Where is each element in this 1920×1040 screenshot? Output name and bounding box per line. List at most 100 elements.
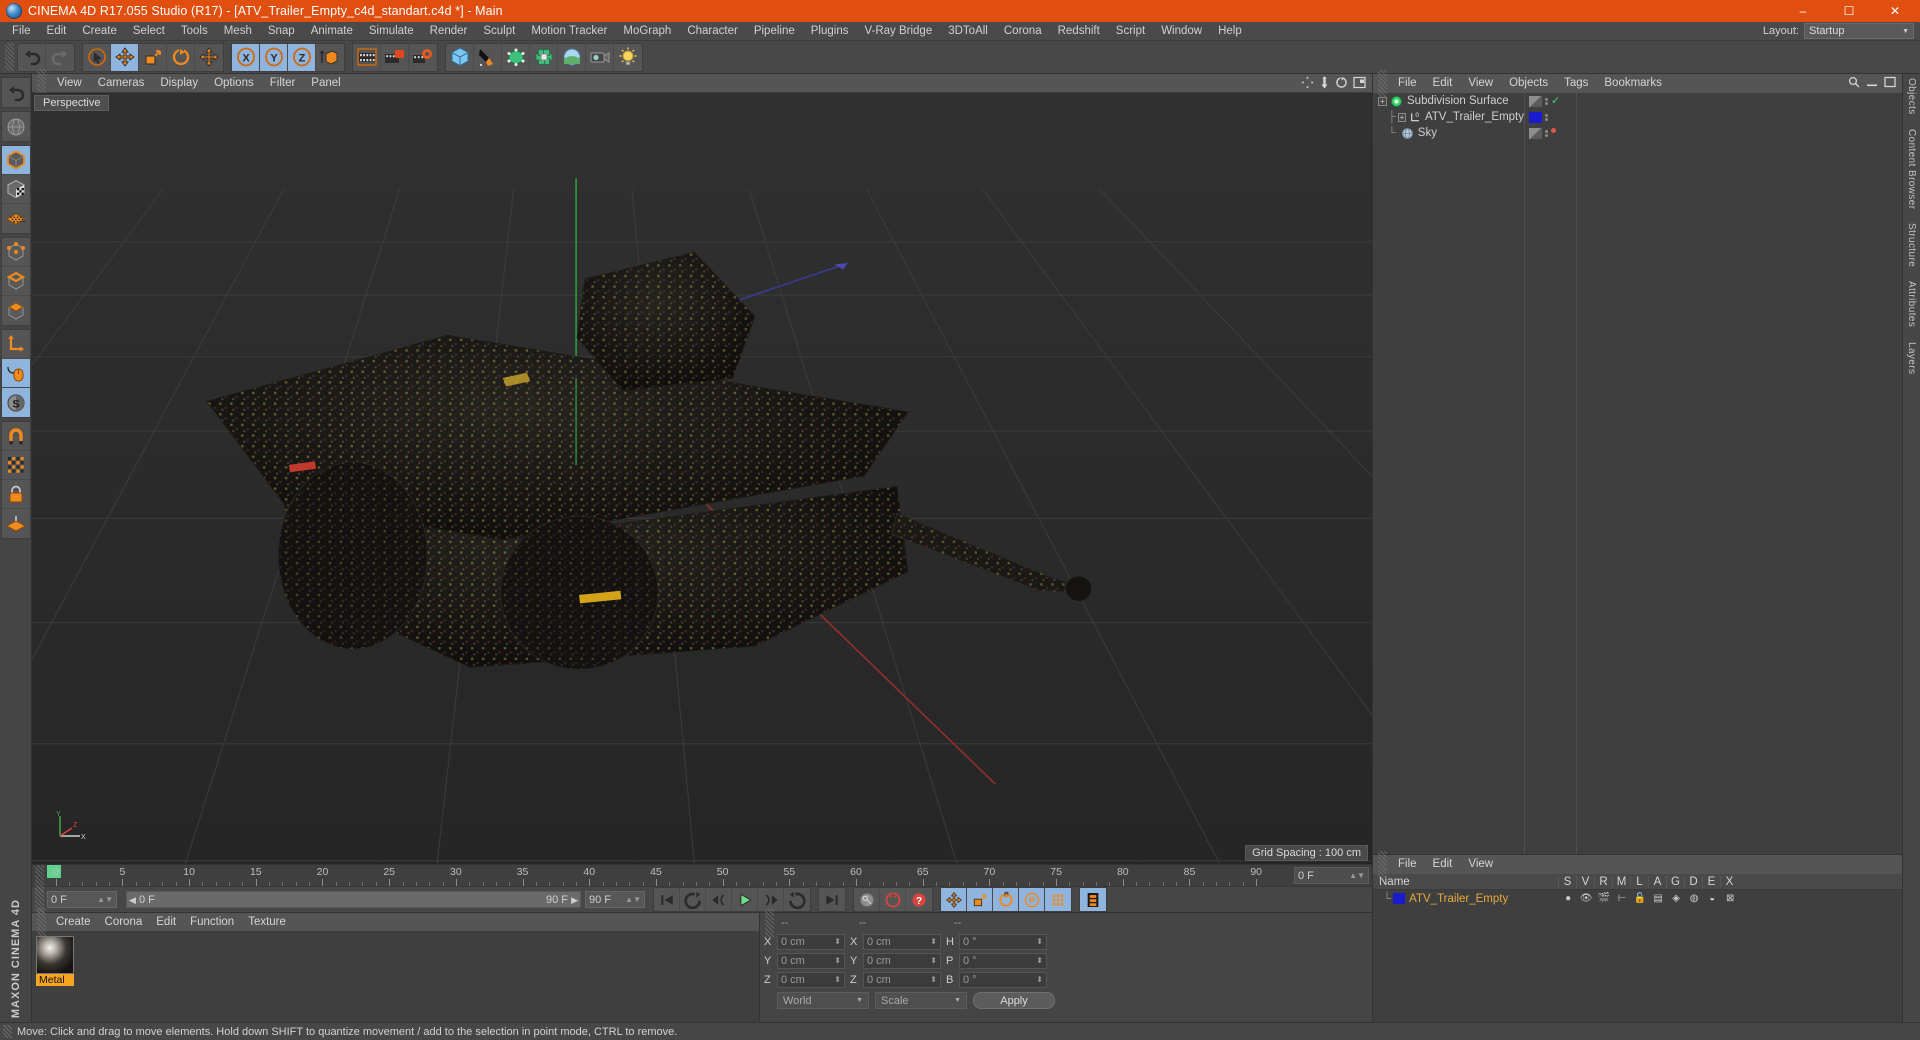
menu-item-render[interactable]: Render: [422, 22, 476, 41]
visibility-dots[interactable]: [1545, 97, 1548, 105]
attribute-column-g[interactable]: G: [1666, 875, 1684, 888]
object-row[interactable]: └ Sky: [1373, 125, 1524, 141]
model-mode-button[interactable]: [1, 146, 30, 175]
object-row[interactable]: + Subdivision Surface: [1373, 93, 1524, 109]
dolly-icon[interactable]: [1319, 76, 1330, 89]
visibility-dots[interactable]: [1545, 113, 1548, 121]
maximize-view-icon[interactable]: [1353, 76, 1366, 89]
visibility-dot[interactable]: [1545, 117, 1548, 121]
menu-item-plugins[interactable]: Plugins: [803, 22, 857, 41]
menu-item-3dtoall[interactable]: 3DToAll: [940, 22, 996, 41]
point-mode-button[interactable]: [1, 238, 30, 267]
timeline-frame-field[interactable]: 0 F ▲▼: [1294, 867, 1369, 884]
render-to-picture-viewer-button[interactable]: [381, 43, 409, 71]
object-tree-body[interactable]: + Subdivision Surface ├ +0 ATV_Trailer_Empty…: [1373, 93, 1902, 854]
material-item[interactable]: Metal: [36, 936, 74, 986]
menu-item-animate[interactable]: Animate: [303, 22, 361, 41]
object-row[interactable]: ├ +0 ATV_Trailer_Empty: [1373, 109, 1524, 125]
minimize-panel-icon[interactable]: [1866, 76, 1878, 88]
attribute-color-swatch[interactable]: [1393, 893, 1406, 904]
menu-item-character[interactable]: Character: [679, 22, 746, 41]
toolbar-grip[interactable]: [5, 43, 14, 71]
attribute-flag-icon[interactable]: ◒: [1703, 893, 1721, 904]
add-cube-button[interactable]: [446, 43, 474, 71]
attribute-column-r[interactable]: R: [1594, 875, 1612, 888]
spinner-icon[interactable]: ⬍: [930, 975, 937, 984]
attribute-menu-edit[interactable]: Edit: [1425, 855, 1461, 874]
viewport-menu-display[interactable]: Display: [152, 74, 206, 93]
undo-button[interactable]: [18, 43, 46, 71]
menu-item-corona[interactable]: Corona: [996, 22, 1050, 41]
attribute-column-d[interactable]: D: [1684, 875, 1702, 888]
scale-tool-button[interactable]: [139, 43, 167, 71]
coord-input-size-y[interactable]: 0 cm ⬍: [863, 952, 941, 969]
quantize-button[interactable]: [1, 451, 30, 480]
viewport-menu-options[interactable]: Options: [206, 74, 262, 93]
object-menu-edit[interactable]: Edit: [1425, 74, 1461, 93]
object-menu-file[interactable]: File: [1390, 74, 1425, 93]
object-tag-row[interactable]: [1525, 109, 1576, 125]
menu-item-pipeline[interactable]: Pipeline: [746, 22, 803, 41]
dock-tab-content-browser[interactable]: Content Browser: [1906, 129, 1917, 209]
object-tree[interactable]: + Subdivision Surface ├ +0 ATV_Trailer_Empty…: [1373, 93, 1525, 854]
enable-snap-button[interactable]: [1, 422, 30, 451]
spinner-icon[interactable]: ⬍: [1036, 937, 1043, 946]
attribute-flag-icon[interactable]: ⊢: [1613, 893, 1631, 904]
material-menu-edit[interactable]: Edit: [149, 913, 183, 932]
parameter-key-button[interactable]: P: [1019, 888, 1045, 911]
render-settings-button[interactable]: [409, 44, 437, 71]
step-back-button[interactable]: [706, 888, 732, 911]
viewport-menu-view[interactable]: View: [49, 74, 90, 93]
attribute-column-v[interactable]: V: [1576, 875, 1594, 888]
object-menu-tags[interactable]: Tags: [1556, 74, 1596, 93]
coord-input-rotation-b[interactable]: 0 ° ⬍: [959, 971, 1047, 988]
coord-input-rotation-p[interactable]: 0 ° ⬍: [959, 952, 1047, 969]
enabled-check-icon[interactable]: ✓: [1551, 95, 1560, 107]
object-tag-swatch[interactable]: [1529, 127, 1542, 139]
expand-toggle-icon[interactable]: +: [1378, 96, 1387, 106]
menu-item-select[interactable]: Select: [125, 22, 173, 41]
viewport-solo-button[interactable]: [1, 359, 30, 388]
make-editable-button[interactable]: [2, 112, 30, 141]
preview-range-bar[interactable]: ◀ 0 F 90 F ▶: [126, 891, 581, 908]
move-tool-button[interactable]: [111, 43, 139, 71]
visibility-dot[interactable]: [1545, 97, 1548, 101]
spinner-icon[interactable]: ⬍: [930, 937, 937, 946]
coordinates-grip[interactable]: [765, 908, 774, 937]
menu-item-redshift[interactable]: Redshift: [1050, 22, 1108, 41]
current-frame-input[interactable]: 0 F ▲▼: [47, 891, 117, 908]
edge-mode-button[interactable]: [1, 267, 30, 296]
record-active-objects-button[interactable]: [854, 888, 880, 911]
spinner-icon[interactable]: ⬍: [834, 956, 841, 965]
material-menu-function[interactable]: Function: [183, 913, 241, 932]
spinner-icon[interactable]: ⬍: [1036, 956, 1043, 965]
spinner-icon[interactable]: ⬍: [834, 937, 841, 946]
rotate-view-icon[interactable]: [1335, 76, 1348, 89]
material-preview[interactable]: [36, 936, 74, 974]
rotation-key-button[interactable]: [993, 888, 1019, 911]
attribute-name[interactable]: ATV_Trailer_Empty: [1409, 893, 1559, 905]
timeline-ruler[interactable]: 0 5 10 15 20 25 30 35 40 45 50 55 60 65 70 75 80 85 90: [47, 865, 1291, 886]
render-view-button[interactable]: [353, 43, 381, 71]
attribute-flag-icon[interactable]: 👁: [1577, 893, 1595, 904]
menu-item-script[interactable]: Script: [1108, 22, 1153, 41]
disabled-dot-icon[interactable]: [1551, 127, 1556, 133]
menu-item-v-ray-bridge[interactable]: V-Ray Bridge: [856, 22, 940, 41]
viewport-menu-cameras[interactable]: Cameras: [90, 74, 153, 93]
attribute-menu-view[interactable]: View: [1460, 855, 1501, 874]
deformers-button[interactable]: [530, 43, 558, 71]
pan-icon[interactable]: [1301, 76, 1314, 89]
attribute-column-l[interactable]: L: [1630, 875, 1648, 888]
scale-key-button[interactable]: [967, 888, 993, 911]
object-menu-objects[interactable]: Objects: [1501, 74, 1556, 93]
coord-mode-combo[interactable]: Scale ▼: [875, 992, 967, 1009]
object-name[interactable]: ATV_Trailer_Empty: [1425, 111, 1524, 123]
layout-combo[interactable]: Startup ▼: [1804, 23, 1914, 39]
previous-keyframe-button[interactable]: [680, 888, 706, 911]
object-tag-swatch[interactable]: [1529, 111, 1542, 123]
attribute-flag-icon[interactable]: ●: [1559, 893, 1577, 904]
attribute-flag-icon[interactable]: ◍: [1685, 893, 1703, 904]
add-spline-button[interactable]: [474, 43, 502, 71]
attribute-column-e[interactable]: E: [1702, 875, 1720, 888]
menu-item-file[interactable]: File: [4, 22, 39, 41]
